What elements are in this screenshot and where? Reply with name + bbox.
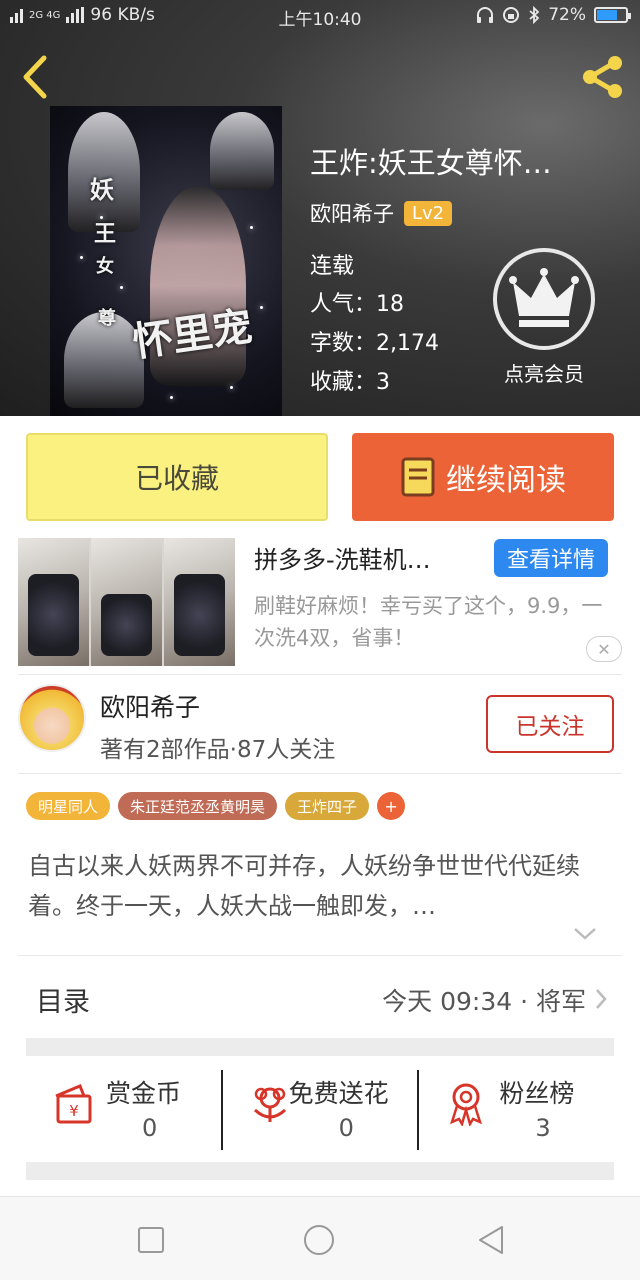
ad-detail-button[interactable]: 查看详情 [494, 539, 608, 577]
cover-figure [210, 112, 274, 190]
book-author-line: 欧阳希子 Lv2 [310, 198, 453, 228]
chevron-right-icon [596, 989, 607, 1009]
reward-label: 粉丝榜 [499, 1079, 575, 1108]
crown-icon[interactable] [493, 248, 595, 350]
avatar[interactable] [18, 684, 86, 752]
battery-icon [594, 7, 631, 23]
hero-header: 2G 4G 96 KB/s 上午10:40 72% 妖 王 女 尊 怀里宠 王炸… [0, 0, 640, 416]
level-badge: Lv2 [404, 200, 453, 226]
cover-star [120, 286, 123, 289]
cover-star [250, 226, 253, 229]
continue-reading-label: 继续阅读 [446, 463, 566, 498]
follow-button[interactable]: 已关注 [486, 695, 614, 753]
book-favorites: 收藏：3 [310, 370, 390, 395]
rewards-row: ¥ 赏金币 0 免费送花 0 粉丝榜 3 [26, 1070, 614, 1150]
ad-image-panel [18, 538, 89, 666]
home-icon[interactable] [302, 1223, 336, 1257]
latest-chapter: 今天 09:34 · 将军 [382, 987, 586, 1016]
cover-text: 王 [94, 221, 117, 247]
book-cover[interactable]: 妖 王 女 尊 怀里宠 [50, 106, 282, 416]
reward-fans-rank[interactable]: 粉丝榜 3 [417, 1070, 614, 1150]
status-bar: 2G 4G 96 KB/s 上午10:40 72% [0, 0, 640, 32]
reward-label: 免费送花 [288, 1079, 389, 1108]
favorited-button[interactable]: 已收藏 [26, 433, 328, 521]
tag-chip[interactable]: 朱正廷范丞丞黄明昊 [118, 792, 278, 820]
ad-image[interactable] [18, 538, 235, 666]
cover-star [230, 386, 233, 389]
cover-text: 妖 [90, 175, 114, 204]
book-author[interactable]: 欧阳希子 [310, 198, 394, 228]
cover-star [80, 256, 83, 259]
section-separator [26, 1162, 614, 1180]
reward-label: 赏金币 [106, 1079, 182, 1108]
book-word-count: 字数：2,174 [310, 331, 439, 356]
tag-chip[interactable]: 明星同人 [26, 792, 111, 820]
chevron-down-icon[interactable] [572, 924, 598, 944]
rotation-lock-icon [503, 7, 520, 23]
bluetooth-icon [529, 6, 540, 24]
tag-chip[interactable]: 王炸四子 [285, 792, 370, 820]
close-icon[interactable]: ✕ [586, 636, 622, 662]
book-popularity: 人气：18 [310, 292, 404, 317]
author-name[interactable]: 欧阳希子 [100, 688, 200, 724]
cover-star [170, 396, 173, 399]
ad-image-tub [28, 574, 79, 656]
back-icon[interactable] [474, 1223, 508, 1257]
divider [18, 674, 622, 675]
book-title: 王炸:妖王女尊怀… [310, 146, 552, 180]
recent-apps-icon[interactable] [134, 1223, 168, 1257]
svg-text:¥: ¥ [69, 1102, 79, 1120]
system-navigation-bar [0, 1196, 640, 1280]
cover-text: 尊 [98, 308, 116, 329]
more-tags-button[interactable]: + [377, 792, 406, 820]
reward-value: 0 [338, 1114, 354, 1142]
continue-reading-button[interactable]: 继续阅读 [352, 433, 614, 521]
battery-percent: 72% [548, 5, 586, 25]
battery-fill [597, 10, 617, 20]
flower-icon [253, 1087, 286, 1122]
ad-title[interactable]: 拼多多-洗鞋机… [254, 540, 484, 575]
ad-description: 刷鞋好麻烦！幸亏买了这个，9.9，一次洗4双，省事！ [254, 594, 603, 650]
book-status: 连载 [310, 254, 355, 279]
reward-flowers[interactable]: 免费送花 0 [220, 1070, 418, 1150]
reward-value: 0 [142, 1114, 158, 1142]
tag-list: 明星同人 朱正廷范丞丞黄明昊 王炸四子 + [26, 792, 406, 820]
ad-image-tub [101, 594, 152, 656]
headphone-icon [477, 7, 494, 23]
vip-label[interactable]: 点亮会员 [480, 358, 608, 387]
author-stats: 著有2部作品·87人关注 [100, 737, 336, 763]
share-icon[interactable] [578, 52, 628, 102]
toc-label: 目录 [36, 987, 90, 1018]
table-of-contents-row[interactable]: 目录 今天 09:34 · 将军 [28, 976, 614, 1026]
divider [18, 773, 622, 774]
red-envelope-icon: ¥ [55, 1084, 92, 1124]
medal-icon [450, 1083, 483, 1126]
ad-image-panel [164, 538, 235, 666]
reward-coins[interactable]: ¥ 赏金币 0 [26, 1070, 221, 1150]
ad-image-panel [91, 538, 162, 666]
status-right: 72% [476, 5, 631, 25]
cover-star [260, 306, 263, 309]
synopsis: 自古以来人妖两界不可并存，人妖纷争世世代代延续着。终于一天，人妖大战一触即发，… [28, 852, 580, 920]
ad-image-tub [174, 574, 225, 656]
cover-text: 女 [96, 256, 114, 277]
reward-value: 3 [535, 1114, 551, 1142]
divider [18, 955, 622, 956]
section-separator [26, 1038, 614, 1056]
back-arrow-icon[interactable] [16, 54, 56, 100]
book-detail-page: 2G 4G 96 KB/s 上午10:40 72% 妖 王 女 尊 怀里宠 王炸… [0, 0, 640, 1280]
book-icon [401, 457, 435, 497]
